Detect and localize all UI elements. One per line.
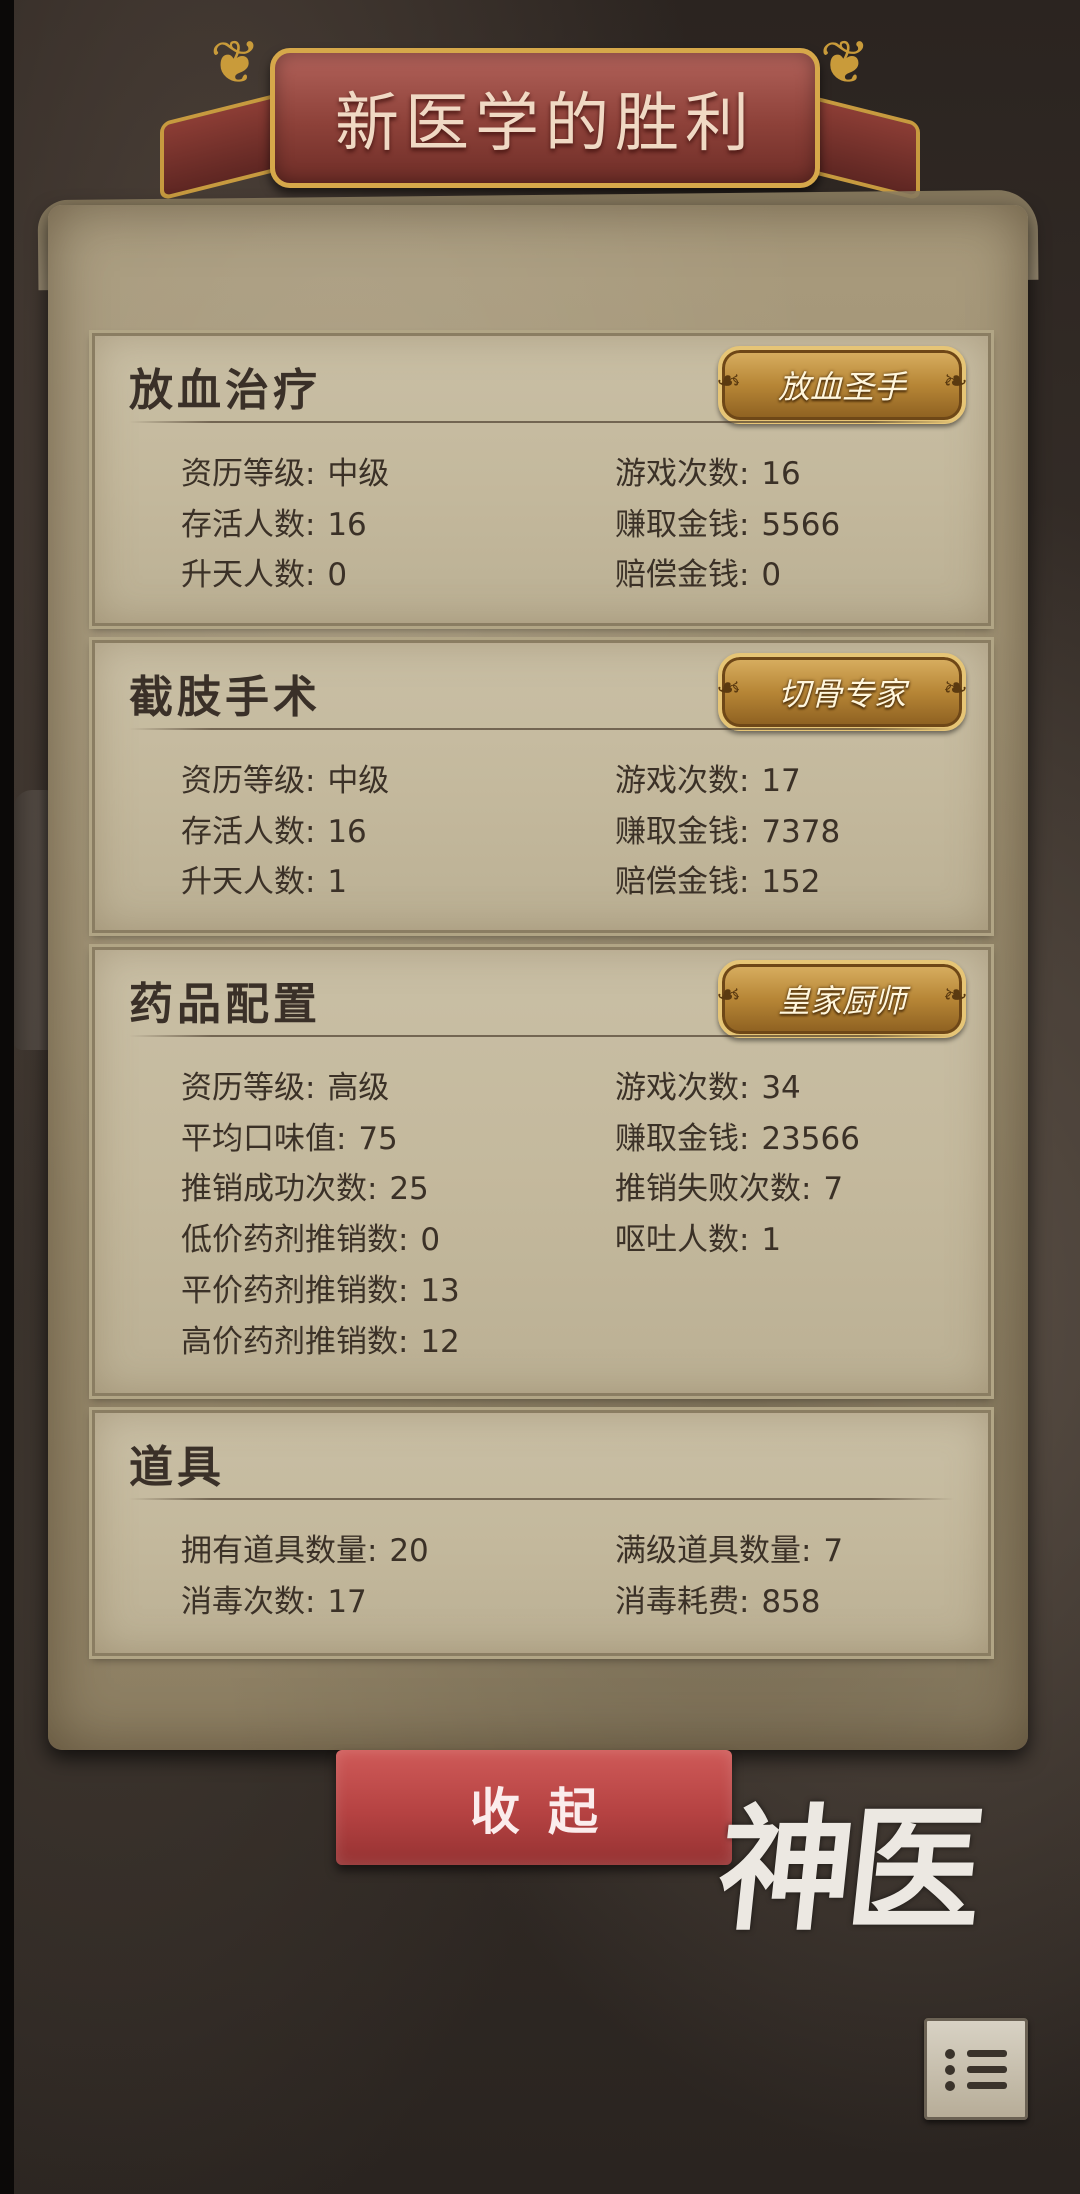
stat-sales-success: 推销成功次数: 25 [181,1171,429,1207]
stat-rank: 资历等级: 中级 [181,763,390,799]
section-title: 放血治疗 [129,365,321,416]
stat-money-earned: 赚取金钱: 7378 [615,814,841,850]
list-icon[interactable] [924,2018,1028,2120]
section-title: 药品配置 [129,979,321,1030]
game-logo: 神医 [710,1790,986,1949]
badge-label: 放血圣手 [777,368,906,406]
stat-disinfect-cost: 消毒耗费: 858 [615,1584,821,1620]
stat-survived: 存活人数: 16 [181,814,367,850]
stat-compensation: 赔偿金钱: 0 [615,557,782,593]
stat-items-maxed: 满级道具数量: 7 [615,1533,844,1569]
section-bloodletting: 放血治疗 放血圣手 资历等级: 中级 游戏次数: 16 存活人数: 16 赚取金… [92,333,991,626]
title-banner: ❦ ❦ 新医学的胜利 [150,8,930,223]
stat-avg-taste: 平均口味值: 75 [181,1121,398,1157]
section-divider [129,421,954,423]
stat-low-price-sales: 低价药剂推销数: 0 [181,1222,441,1258]
stat-games: 游戏次数: 16 [615,456,801,492]
section-title: 道具 [129,1442,225,1493]
stat-money-earned: 赚取金钱: 23566 [615,1121,860,1157]
section-items: 道具 拥有道具数量: 20 满级道具数量: 7 消毒次数: 17 消毒耗费: 8… [92,1410,991,1656]
laurel-left-icon: ❦ [210,28,261,98]
section-pharmacy: 药品配置 皇家厨师 资历等级: 高级 游戏次数: 34 平均口味值: 75 赚取… [92,947,991,1396]
achievement-badge: 皇家厨师 [718,960,968,1038]
stat-money-earned: 赚取金钱: 5566 [615,507,841,543]
left-edge [0,0,14,2194]
section-divider [129,1498,954,1500]
badge-label: 切骨专家 [777,675,906,713]
section-amputation: 截肢手术 切骨专家 资历等级: 中级 游戏次数: 17 存活人数: 16 赚取金… [92,640,991,933]
laurel-right-icon: ❦ [819,28,870,98]
stat-games: 游戏次数: 34 [615,1070,801,1106]
collapse-button[interactable]: 收起 [336,1750,732,1865]
page-title: 新医学的胜利 [335,87,755,161]
stat-vomit-count: 呕吐人数: 1 [615,1222,782,1258]
stat-mid-price-sales: 平价药剂推销数: 13 [181,1273,460,1309]
stat-deaths: 升天人数: 1 [181,864,348,900]
achievement-badge: 放血圣手 [718,346,968,424]
stat-compensation: 赔偿金钱: 152 [615,864,821,900]
stat-high-price-sales: 高价药剂推销数: 12 [181,1324,460,1360]
stat-disinfect-count: 消毒次数: 17 [181,1584,367,1620]
section-divider [129,1035,954,1037]
stat-sales-failed: 推销失败次数: 7 [615,1171,844,1207]
stat-items-owned: 拥有道具数量: 20 [181,1533,429,1569]
stat-games: 游戏次数: 17 [615,763,801,799]
stat-deaths: 升天人数: 0 [181,557,348,593]
section-divider [129,728,954,730]
badge-label: 皇家厨师 [777,982,906,1020]
stat-survived: 存活人数: 16 [181,507,367,543]
achievement-badge: 切骨专家 [718,653,968,731]
section-title: 截肢手术 [129,672,321,723]
stat-rank: 资历等级: 中级 [181,456,390,492]
stat-rank: 资历等级: 高级 [181,1070,390,1106]
